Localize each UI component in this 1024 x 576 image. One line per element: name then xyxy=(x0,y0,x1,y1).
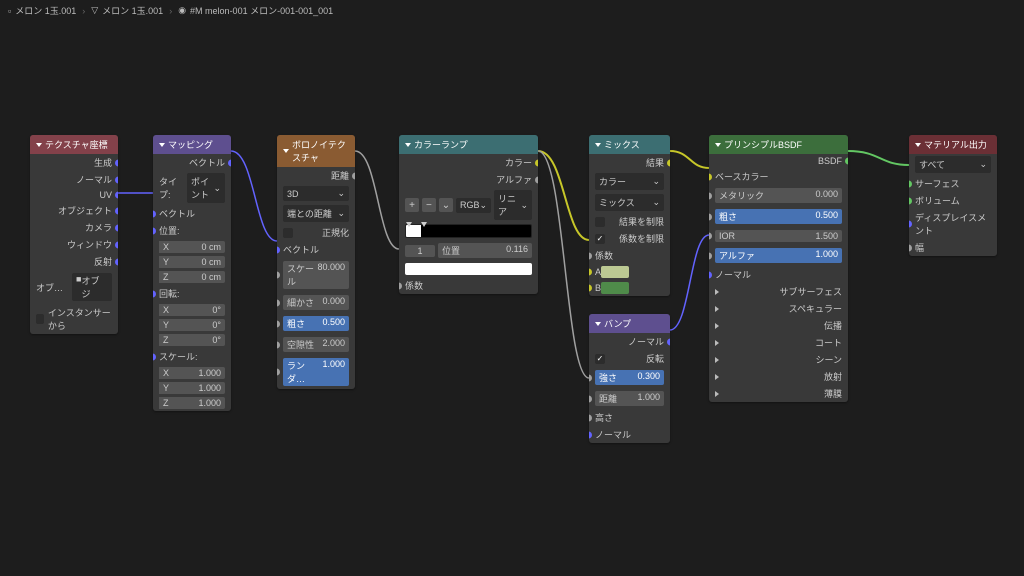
group-thinfilm[interactable]: 薄膜 xyxy=(709,385,848,402)
clamp-result-checkbox[interactable] xyxy=(595,217,605,227)
color-ramp-gradient[interactable] xyxy=(405,224,532,238)
breadcrumb: ▫ メロン 1玉.001 › ▽ メロン 1玉.001 › ◉ #M melon… xyxy=(0,0,1024,21)
voronoi-feature-select[interactable]: 端との距離⌄ xyxy=(283,205,349,222)
mapping-type-select[interactable]: ポイント⌄ xyxy=(187,173,225,203)
node-header[interactable]: バンプ xyxy=(589,314,670,333)
group-coat[interactable]: コート xyxy=(709,334,848,351)
clamp-factor-checkbox[interactable] xyxy=(595,234,605,244)
node-principled-bsdf[interactable]: プリンシプルBSDF BSDF ベースカラー メタリック0.000 粗さ0.50… xyxy=(709,135,848,402)
crumb-material[interactable]: ◉ #M melon-001 メロン-001-001_001 xyxy=(178,4,333,17)
node-header[interactable]: テクスチャ座標 xyxy=(30,135,118,154)
group-emission[interactable]: 放射 xyxy=(709,368,848,385)
node-texture-coordinate[interactable]: テクスチャ座標 生成 ノーマル UV オブジェクト カメラ ウィンドウ 反射 オ… xyxy=(30,135,118,334)
group-transmission[interactable]: 伝播 xyxy=(709,317,848,334)
instancer-checkbox[interactable] xyxy=(36,314,44,324)
voronoi-dim-select[interactable]: 3D⌄ xyxy=(283,186,349,201)
crumb-object[interactable]: ▫ メロン 1玉.001 xyxy=(8,4,76,17)
mix-b-swatch[interactable] xyxy=(601,282,629,294)
node-header[interactable]: ミックス xyxy=(589,135,670,154)
node-mapping[interactable]: マッピング ベクトル タイプ:ポイント⌄ ベクトル 位置: X0 cm Y0 c… xyxy=(153,135,231,411)
group-subsurface[interactable]: サブサーフェス xyxy=(709,283,848,300)
ramp-remove-button[interactable]: − xyxy=(422,198,436,212)
ramp-color-swatch[interactable] xyxy=(405,263,532,275)
output-target-select[interactable]: すべて⌄ xyxy=(915,156,991,173)
node-color-ramp[interactable]: カラーランプ カラー アルファ + − ⌄ RGB⌄ リニア⌄ 1 位置0.11… xyxy=(399,135,538,294)
node-header[interactable]: カラーランプ xyxy=(399,135,538,154)
group-specular[interactable]: スペキュラー xyxy=(709,300,848,317)
mix-blend-select[interactable]: ミックス⌄ xyxy=(595,194,664,211)
node-header[interactable]: プリンシプルBSDF xyxy=(709,135,848,154)
normalize-checkbox[interactable] xyxy=(283,228,293,238)
node-header[interactable]: ボロノイテクスチャ xyxy=(277,135,355,167)
node-mix[interactable]: ミックス 結果 カラー⌄ ミックス⌄ 結果を制限 係数を制限 係数 A B xyxy=(589,135,670,296)
ramp-add-button[interactable]: + xyxy=(405,198,419,212)
mix-a-swatch[interactable] xyxy=(601,266,629,278)
ramp-mode-select[interactable]: RGB⌄ xyxy=(456,198,491,213)
mix-type-select[interactable]: カラー⌄ xyxy=(595,173,664,190)
node-material-output[interactable]: マテリアル出力 すべて⌄ サーフェス ボリューム ディスプレイスメント 幅 xyxy=(909,135,997,256)
object-picker[interactable]: ■オブジ xyxy=(72,273,112,301)
node-header[interactable]: マテリアル出力 xyxy=(909,135,997,154)
invert-checkbox[interactable] xyxy=(595,354,605,364)
node-editor-canvas[interactable]: テクスチャ座標 生成 ノーマル UV オブジェクト カメラ ウィンドウ 反射 オ… xyxy=(0,22,1024,576)
ramp-menu-button[interactable]: ⌄ xyxy=(439,198,453,212)
group-sheen[interactable]: シーン xyxy=(709,351,848,368)
crumb-data[interactable]: ▽ メロン 1玉.001 xyxy=(91,4,163,17)
node-voronoi[interactable]: ボロノイテクスチャ 距離 3D⌄ 端との距離⌄ 正規化 ベクトル スケール80.… xyxy=(277,135,355,389)
node-header[interactable]: マッピング xyxy=(153,135,231,154)
node-bump[interactable]: バンプ ノーマル 反転 強さ0.300 距離1.000 高さ ノーマル xyxy=(589,314,670,443)
ramp-interp-select[interactable]: リニア⌄ xyxy=(494,190,532,220)
